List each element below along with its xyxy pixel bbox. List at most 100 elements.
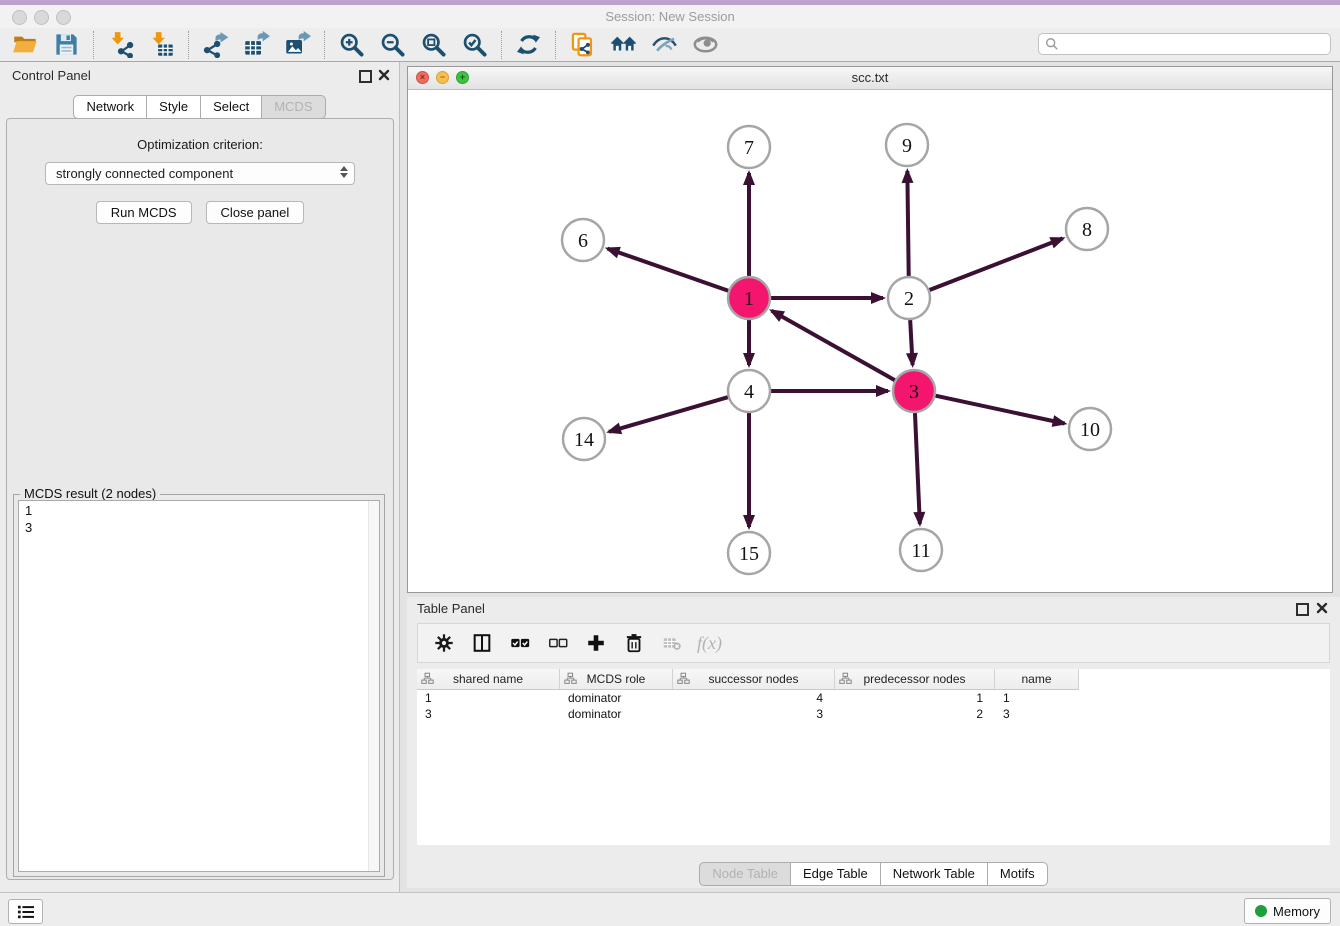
network-overview-button[interactable] [603, 29, 644, 60]
graph-edge-4-14[interactable] [609, 397, 728, 432]
graph-node-7[interactable]: 7 [728, 126, 770, 168]
criterion-dropdown[interactable]: strongly connected component [45, 162, 355, 185]
float-panel-icon[interactable] [359, 70, 372, 83]
tab-select[interactable]: Select [200, 95, 262, 119]
function-builder-button[interactable]: f(x) [694, 628, 725, 658]
attribute-tree-icon [677, 672, 690, 685]
save-session-button[interactable] [46, 29, 87, 60]
table-row[interactable]: 1dominator411 [417, 690, 1330, 706]
gear-icon [433, 632, 455, 654]
search-input[interactable] [1059, 36, 1330, 53]
table-row[interactable]: 3dominator323 [417, 706, 1330, 722]
graph-edge-3-11[interactable] [915, 413, 920, 524]
column-header-name[interactable]: name [995, 669, 1079, 690]
zoom-fit-button[interactable] [413, 29, 454, 60]
houses-icon [610, 31, 637, 58]
graph-edge-3-1[interactable] [772, 311, 895, 380]
graph-node-11[interactable]: 11 [900, 529, 942, 571]
deselect-all-rows-button[interactable] [542, 628, 573, 658]
tab-motifs[interactable]: Motifs [987, 862, 1048, 886]
refresh-layout-button[interactable] [508, 29, 549, 60]
graph-node-4[interactable]: 4 [728, 370, 770, 412]
table-settings-button[interactable] [428, 628, 459, 658]
search-field[interactable] [1038, 33, 1331, 55]
export-network-button[interactable] [195, 29, 236, 60]
zoom-selected-button[interactable] [454, 29, 495, 60]
tab-style[interactable]: Style [146, 95, 201, 119]
open-session-button[interactable] [5, 29, 46, 60]
delete-rows-button[interactable] [618, 628, 649, 658]
mcds-button-row: Run MCDS Close panel [7, 201, 393, 224]
column-header-successor-nodes[interactable]: successor nodes [673, 669, 835, 690]
network-window-titlebar[interactable]: × − + scc.txt [408, 67, 1332, 90]
graph-node-2[interactable]: 2 [888, 277, 930, 319]
result-scrollbar[interactable] [368, 501, 379, 871]
delete-table-icon [661, 632, 683, 654]
graph-edge-3-10[interactable] [936, 396, 1065, 424]
graph-edge-2-3[interactable] [910, 320, 912, 365]
toolbar-separator [555, 31, 556, 59]
graph-edge-2-9[interactable] [907, 171, 908, 276]
show-graphics-details-button[interactable] [685, 29, 726, 60]
export-image-button[interactable] [277, 29, 318, 60]
run-mcds-button[interactable]: Run MCDS [96, 201, 192, 224]
fx-icon: f(x) [697, 633, 722, 654]
graph-node-14[interactable]: 14 [563, 418, 605, 460]
column-header-shared-name[interactable]: shared name [417, 669, 560, 690]
export-table-button[interactable] [236, 29, 277, 60]
clone-network-button[interactable] [562, 29, 603, 60]
zoom-out-icon [379, 31, 406, 58]
control-panel-title: Control Panel [12, 68, 91, 83]
mcds-result-text: 1 3 [19, 501, 379, 537]
close-panel-button[interactable]: Close panel [206, 201, 305, 224]
mcds-result-group: MCDS result (2 nodes) 1 3 [13, 494, 385, 877]
memory-button[interactable]: Memory [1244, 898, 1331, 924]
network-window-title: scc.txt [408, 70, 1332, 85]
network-canvas[interactable]: 1 2 3 4 6 7 8 9 10 11 14 15 [408, 89, 1332, 592]
float-table-panel-icon[interactable] [1296, 603, 1309, 616]
tab-network[interactable]: Network [73, 95, 147, 119]
tab-network-table[interactable]: Network Table [880, 862, 988, 886]
toolbar-separator [188, 31, 189, 59]
import-table-button[interactable] [141, 29, 182, 60]
column-header-predecessor-nodes[interactable]: predecessor nodes [835, 669, 995, 690]
mcds-result-area[interactable]: 1 3 [18, 500, 380, 872]
task-history-button[interactable] [8, 899, 43, 924]
close-panel-icon[interactable] [378, 69, 390, 81]
column-header-mcds-role[interactable]: MCDS role [560, 669, 673, 690]
close-table-panel-icon[interactable] [1316, 602, 1328, 614]
columns-icon [471, 632, 493, 654]
graph-node-8[interactable]: 8 [1066, 208, 1108, 250]
add-row-button[interactable] [580, 628, 611, 658]
select-all-rows-button[interactable] [504, 628, 535, 658]
graph-node-label: 14 [574, 429, 594, 451]
save-floppy-icon [53, 31, 80, 58]
table-header-row: shared nameMCDS rolesuccessor nodesprede… [417, 669, 1330, 690]
delete-table-button[interactable] [656, 628, 687, 658]
graph-node-1[interactable]: 1 [728, 277, 770, 319]
graph-node-3[interactable]: 3 [893, 370, 935, 412]
toolbar-separator [93, 31, 94, 59]
graph-node-label: 7 [744, 137, 754, 159]
graph-node-9[interactable]: 9 [886, 124, 928, 166]
export-table-icon [243, 31, 270, 58]
graph-node-10[interactable]: 10 [1069, 408, 1111, 450]
criterion-dropdown-value: strongly connected component [56, 166, 233, 181]
import-network-button[interactable] [100, 29, 141, 60]
graph-node-6[interactable]: 6 [562, 219, 604, 261]
search-icon [1045, 37, 1059, 51]
node-table: shared nameMCDS rolesuccessor nodesprede… [417, 669, 1330, 845]
graph-node-15[interactable]: 15 [728, 532, 770, 574]
zoom-out-button[interactable] [372, 29, 413, 60]
toggle-columns-button[interactable] [466, 628, 497, 658]
control-panel-tabs: NetworkStyleSelectMCDS [0, 95, 399, 119]
tab-node-table[interactable]: Node Table [699, 862, 791, 886]
tab-edge-table[interactable]: Edge Table [790, 862, 881, 886]
cell-successor-nodes: 4 [673, 690, 835, 706]
graph-edge-1-6[interactable] [608, 249, 729, 291]
hide-graphics-details-button[interactable] [644, 29, 685, 60]
tab-mcds[interactable]: MCDS [261, 95, 325, 119]
import-table-icon [148, 31, 175, 58]
zoom-in-button[interactable] [331, 29, 372, 60]
graph-edge-2-8[interactable] [930, 238, 1063, 290]
